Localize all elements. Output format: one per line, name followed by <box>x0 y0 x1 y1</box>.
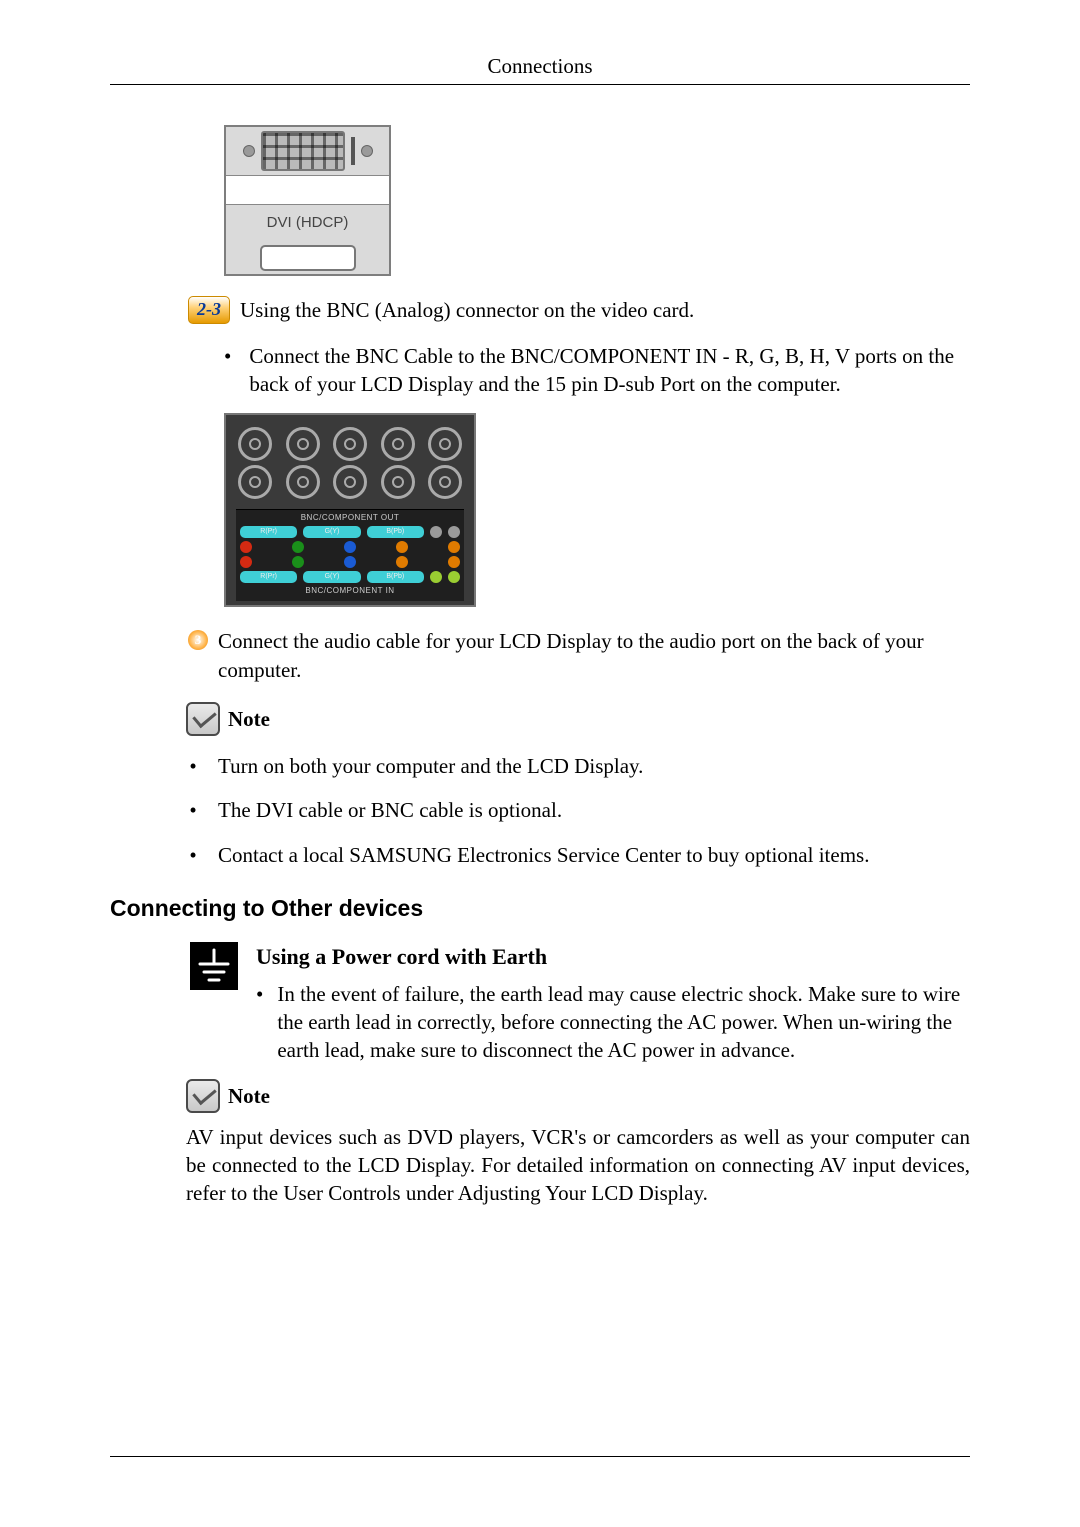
bnc-connector-icon <box>286 465 320 499</box>
port-label: B(Pb) <box>367 526 424 538</box>
bnc-in-caption: BNC/COMPONENT IN <box>240 586 460 597</box>
bnc-bottom-panel: BNC/COMPONENT OUT R(Pr) G(Y) B(Pb) <box>236 509 464 602</box>
port-dot-icon <box>292 541 304 553</box>
list-item: • Contact a local SAMSUNG Electronics Se… <box>188 841 970 869</box>
step-badge-2-3: 2-3 <box>188 296 230 324</box>
footer-rule <box>110 1456 970 1457</box>
port-dot-icon <box>344 556 356 568</box>
note-heading: Note <box>186 702 970 736</box>
dvi-label: DVI (HDCP) <box>226 205 389 241</box>
port-outline-icon <box>260 245 356 271</box>
dvi-port-figure: DVI (HDCP) <box>224 125 391 275</box>
bnc-connector-icon <box>381 427 415 461</box>
list-item-text: Contact a local SAMSUNG Electronics Serv… <box>218 841 869 869</box>
screw-icon <box>243 145 255 157</box>
port-dot-icon <box>396 556 408 568</box>
page-header: Connections <box>110 52 970 80</box>
earth-text: Using a Power cord with Earth • In the e… <box>256 942 966 1065</box>
bnc-connector-icon <box>428 427 462 461</box>
bullet-dot: • <box>224 342 231 399</box>
port-dot-icon <box>240 556 252 568</box>
note-label: Note <box>228 1082 270 1110</box>
header-rule <box>110 84 970 85</box>
note-heading: Note <box>186 1079 970 1113</box>
port-dot-icon <box>448 541 460 553</box>
port-dot-icon <box>396 541 408 553</box>
bnc-connector-icon <box>238 427 272 461</box>
bnc-connector-icon <box>238 465 272 499</box>
bnc-connector-icon <box>333 427 367 461</box>
figure-gap <box>226 175 389 205</box>
note-list: • Turn on both your computer and the LCD… <box>188 752 970 869</box>
bnc-port-row <box>240 556 460 568</box>
bnc-connector-icon <box>286 427 320 461</box>
list-item-text: Turn on both your computer and the LCD D… <box>218 752 643 780</box>
bnc-port-row: R(Pr) G(Y) B(Pb) <box>240 526 460 538</box>
document-page: Connections DVI (HDCP) 2-3 Using the BNC… <box>0 0 1080 1527</box>
dvi-plug-slot <box>226 242 389 274</box>
dvi-connector-top <box>226 127 389 175</box>
earth-description: In the event of failure, the earth lead … <box>277 980 966 1065</box>
step-3: 3 Connect the audio cable for your LCD D… <box>188 627 970 684</box>
av-paragraph: AV input devices such as DVD players, VC… <box>186 1123 970 1208</box>
bnc-instruction: • Connect the BNC Cable to the BNC/COMPO… <box>224 342 970 399</box>
bnc-connector-icon <box>428 465 462 499</box>
bnc-ring-row <box>238 465 462 499</box>
port-dot-icon <box>240 541 252 553</box>
bullet-dot: • <box>188 752 198 780</box>
bnc-component-figure: BNC/COMPONENT OUT R(Pr) G(Y) B(Pb) <box>224 413 476 608</box>
port-dot-icon <box>430 526 442 538</box>
port-label: G(Y) <box>303 571 360 583</box>
port-dot-icon <box>448 571 460 583</box>
bullet-dot: • <box>188 796 198 824</box>
bnc-out-caption: BNC/COMPONENT OUT <box>240 513 460 524</box>
port-dot-icon <box>448 556 460 568</box>
bnc-bullet-text: Connect the BNC Cable to the BNC/COMPONE… <box>249 342 970 399</box>
port-dot-icon <box>344 541 356 553</box>
note-icon <box>186 1079 220 1113</box>
bullet-dot: • <box>188 841 198 869</box>
list-item-text: The DVI cable or BNC cable is optional. <box>218 796 562 824</box>
bnc-ring-row <box>238 427 462 461</box>
bnc-port-row: R(Pr) G(Y) B(Pb) <box>240 571 460 583</box>
bnc-connector-icon <box>381 465 415 499</box>
port-label: G(Y) <box>303 526 360 538</box>
note-icon <box>186 702 220 736</box>
port-dot-icon <box>430 571 442 583</box>
dvi-slot-icon <box>351 137 355 165</box>
list-item: • Turn on both your computer and the LCD… <box>188 752 970 780</box>
step-2-3: 2-3 Using the BNC (Analog) connector on … <box>188 296 970 324</box>
note-label: Note <box>228 705 270 733</box>
bnc-port-row <box>240 541 460 553</box>
port-label: R(Pr) <box>240 571 297 583</box>
bullet-dot: • <box>256 980 263 1065</box>
section-heading: Connecting to Other devices <box>110 893 970 924</box>
port-label: R(Pr) <box>240 526 297 538</box>
port-dot-icon <box>448 526 460 538</box>
earth-warning-block: Using a Power cord with Earth • In the e… <box>190 942 966 1065</box>
bnc-connector-icon <box>333 465 367 499</box>
step-2-3-text: Using the BNC (Analog) connector on the … <box>240 296 694 324</box>
step-badge-3: 3 <box>188 630 208 650</box>
earth-ground-icon <box>190 942 238 990</box>
screw-icon <box>361 145 373 157</box>
port-dot-icon <box>292 556 304 568</box>
port-label: B(Pb) <box>367 571 424 583</box>
list-item: • The DVI cable or BNC cable is optional… <box>188 796 970 824</box>
dvi-pin-block-icon <box>261 131 345 171</box>
earth-heading: Using a Power cord with Earth <box>256 942 966 972</box>
step-3-text: Connect the audio cable for your LCD Dis… <box>218 627 970 684</box>
